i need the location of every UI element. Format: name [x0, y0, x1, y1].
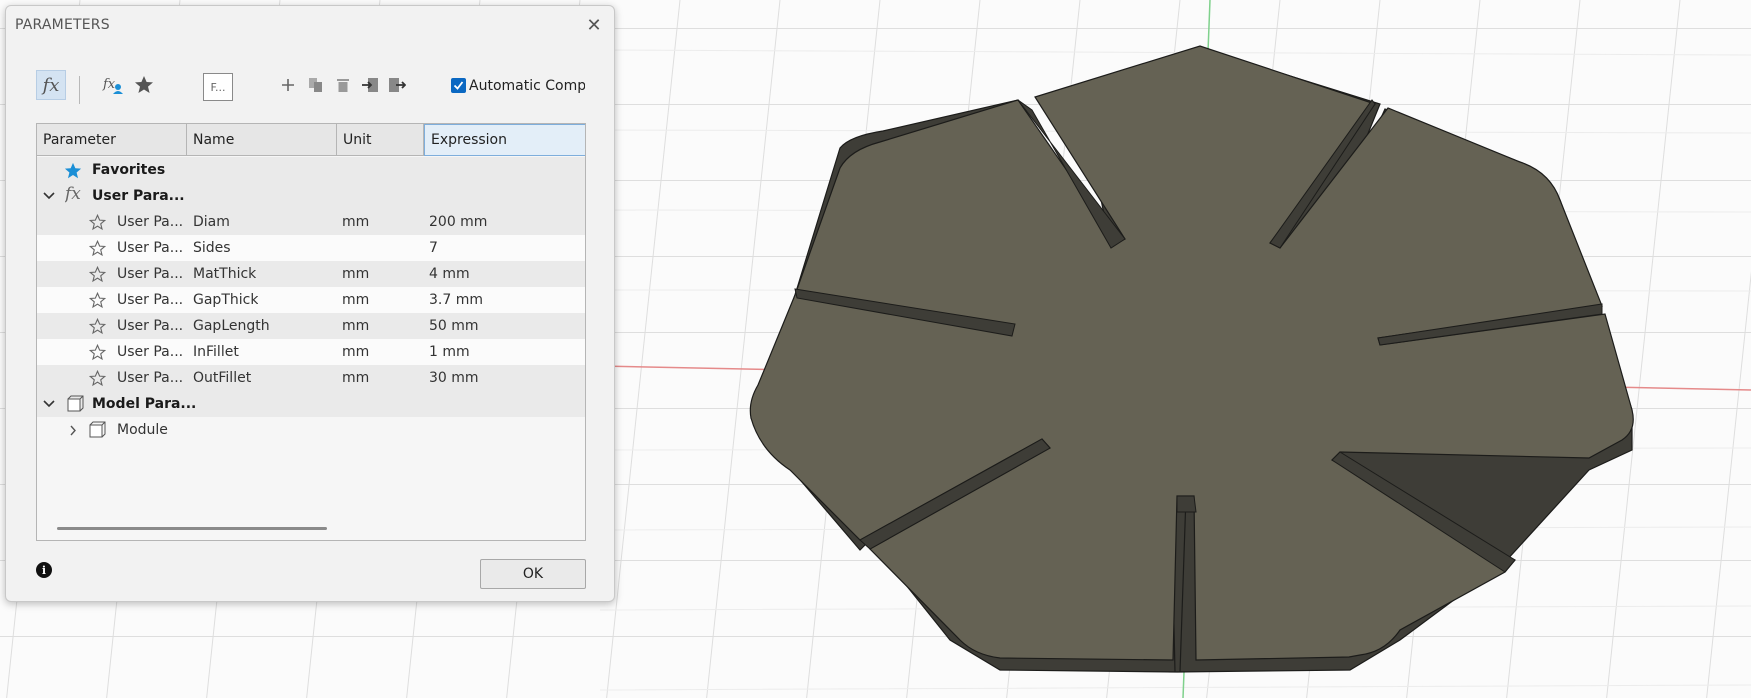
- toolbar-separator: [79, 76, 80, 104]
- cell-name[interactable]: OutFillet: [193, 370, 251, 386]
- cell-name[interactable]: InFillet: [193, 344, 239, 360]
- automatic-compute-label[interactable]: Automatic Compute: [469, 78, 585, 94]
- star-outline-icon[interactable]: [89, 370, 106, 387]
- plus-icon[interactable]: [273, 70, 303, 100]
- cell-expression[interactable]: 3.7 mm: [429, 292, 483, 308]
- horizontal-scrollbar[interactable]: [57, 527, 327, 530]
- cell-name[interactable]: GapLength: [193, 318, 270, 334]
- component-icon: [89, 421, 106, 438]
- cell-unit[interactable]: mm: [342, 292, 369, 308]
- model-parameters-group[interactable]: Model Para...: [37, 391, 585, 417]
- cell-parameter: User Pa...: [117, 266, 183, 282]
- cell-unit[interactable]: mm: [342, 318, 369, 334]
- table-row[interactable]: User Pa... GapThick mm 3.7 mm: [37, 287, 585, 313]
- close-icon[interactable]: ✕: [584, 16, 604, 36]
- cell-parameter: User Pa...: [117, 240, 183, 256]
- cell-unit[interactable]: mm: [342, 266, 369, 282]
- parameters-table: Parameter Name Unit Expression Favorites…: [36, 123, 586, 541]
- cell-unit[interactable]: mm: [342, 344, 369, 360]
- cell-expression[interactable]: 30 mm: [429, 370, 479, 386]
- header-expression[interactable]: Expression: [424, 124, 585, 156]
- svg-text:fx: fx: [102, 77, 116, 92]
- component-icon: [67, 395, 84, 412]
- export-icon[interactable]: [382, 70, 412, 100]
- info-icon[interactable]: i: [36, 562, 52, 578]
- cell-unit[interactable]: mm: [342, 214, 369, 230]
- user-fx-icon[interactable]: fx: [98, 70, 128, 100]
- star-icon: [64, 162, 82, 179]
- star-outline-icon[interactable]: [89, 214, 106, 231]
- dialog-title: PARAMETERS: [15, 17, 110, 33]
- cell-expression[interactable]: 200 mm: [429, 214, 487, 230]
- cell-parameter: User Pa...: [117, 214, 183, 230]
- favorites-row[interactable]: Favorites: [37, 157, 585, 183]
- fx-icon[interactable]: fx: [36, 70, 66, 100]
- cell-expression[interactable]: 4 mm: [429, 266, 470, 282]
- cell-parameter: User Pa...: [117, 344, 183, 360]
- cell-name[interactable]: Sides: [193, 240, 231, 256]
- ok-button[interactable]: OK: [480, 559, 586, 589]
- star-outline-icon[interactable]: [89, 240, 106, 257]
- slot-bottom: [1176, 495, 1197, 513]
- cell-name[interactable]: GapThick: [193, 292, 258, 308]
- header-unit[interactable]: Unit: [337, 124, 424, 156]
- trash-icon[interactable]: [328, 70, 358, 100]
- star-outline-icon[interactable]: [89, 318, 106, 335]
- cell-name[interactable]: Diam: [193, 214, 230, 230]
- cell-expression[interactable]: 7: [429, 240, 438, 256]
- table-row[interactable]: User Pa... InFillet mm 1 mm: [37, 339, 585, 365]
- star-outline-icon[interactable]: [89, 266, 106, 283]
- table-row[interactable]: User Pa... Diam mm 200 mm: [37, 209, 585, 235]
- chevron-down-icon[interactable]: [43, 191, 55, 201]
- cell-expression[interactable]: 1 mm: [429, 344, 470, 360]
- model-group-label: Model Para...: [92, 396, 197, 412]
- cell-expression[interactable]: 50 mm: [429, 318, 479, 334]
- cell-name[interactable]: MatThick: [193, 266, 256, 282]
- table-row[interactable]: User Pa... GapLength mm 50 mm: [37, 313, 585, 339]
- table-row[interactable]: User Pa... OutFillet mm 30 mm: [37, 365, 585, 391]
- header-parameter[interactable]: Parameter: [37, 124, 187, 156]
- favorites-label: Favorites: [92, 162, 166, 178]
- star-outline-icon[interactable]: [89, 344, 106, 361]
- star-outline-icon[interactable]: [89, 292, 106, 309]
- fx-icon: fx: [65, 184, 81, 204]
- user-parameters-group[interactable]: fx User Para...: [37, 183, 585, 209]
- automatic-compute-checkbox[interactable]: [451, 78, 466, 93]
- copy-icon[interactable]: [301, 70, 331, 100]
- cell-parameter: User Pa...: [117, 292, 183, 308]
- filter-input[interactable]: F...: [203, 73, 233, 101]
- cell-unit[interactable]: mm: [342, 370, 369, 386]
- chevron-right-icon[interactable]: [69, 425, 77, 436]
- header-name[interactable]: Name: [187, 124, 337, 156]
- cell-parameter: User Pa...: [117, 370, 183, 386]
- chevron-down-icon[interactable]: [43, 399, 55, 409]
- table-row[interactable]: User Pa... Sides 7: [37, 235, 585, 261]
- module-label: Module: [117, 422, 168, 438]
- user-group-label: User Para...: [92, 188, 185, 204]
- star-icon[interactable]: [129, 70, 159, 100]
- parameters-dialog: PARAMETERS ✕ fx fx F... Automatic Comput…: [5, 5, 615, 602]
- table-row[interactable]: User Pa... MatThick mm 4 mm: [37, 261, 585, 287]
- cell-parameter: User Pa...: [117, 318, 183, 334]
- module-row[interactable]: Module: [37, 417, 585, 443]
- import-icon[interactable]: [355, 70, 385, 100]
